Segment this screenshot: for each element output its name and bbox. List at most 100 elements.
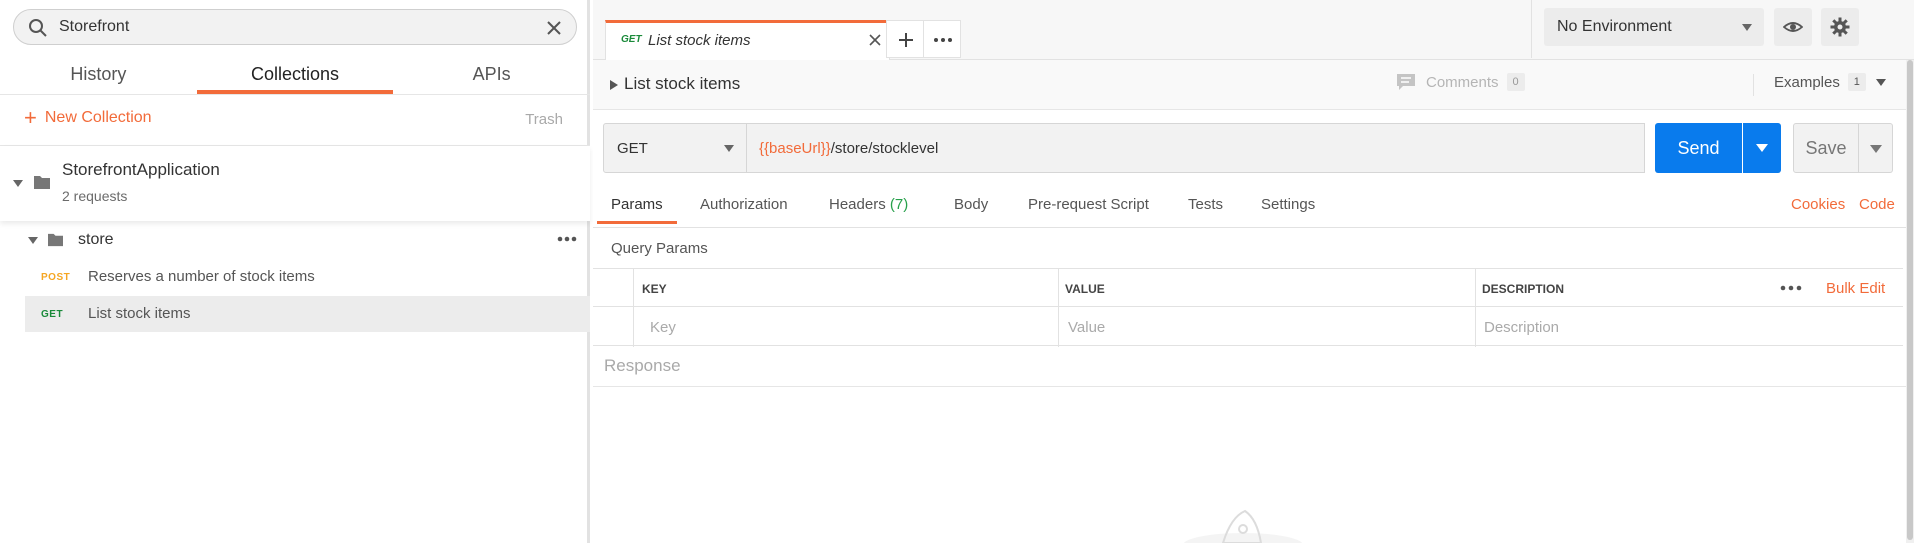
postman-app: Storefront History Collections APIs + Ne… xyxy=(0,0,1914,543)
query-params-title: Query Params xyxy=(611,240,708,257)
tab-authorization[interactable]: Authorization xyxy=(700,196,788,223)
description-input[interactable]: Description xyxy=(1484,319,1559,336)
folder-icon xyxy=(34,176,50,189)
column-divider xyxy=(1058,269,1059,347)
caret-down-icon[interactable] xyxy=(27,235,39,245)
tab-params[interactable]: Params xyxy=(597,196,677,224)
method-label: GET xyxy=(617,140,648,157)
comments-button[interactable]: Comments 0 xyxy=(1396,73,1525,91)
tab-bar: GET List stock items No Environment xyxy=(593,0,1914,60)
gear-icon xyxy=(1830,17,1850,37)
column-header-key: KEY xyxy=(642,282,667,296)
request-item[interactable]: GET List stock items xyxy=(25,296,590,332)
manage-environments-button[interactable] xyxy=(1821,8,1859,46)
bulk-edit-link[interactable]: Bulk Edit xyxy=(1826,280,1885,297)
method-badge: POST xyxy=(41,272,71,283)
new-collection-label: New Collection xyxy=(44,109,152,126)
tab-body[interactable]: Body xyxy=(954,196,988,223)
column-header-description: DESCRIPTION xyxy=(1482,282,1565,296)
sidebar: Storefront History Collections APIs + Ne… xyxy=(0,0,590,543)
new-collection-button[interactable]: + New Collection xyxy=(24,105,152,130)
column-header-value: VALUE xyxy=(1065,282,1105,296)
comment-icon xyxy=(1397,74,1415,90)
chevron-down-icon xyxy=(1875,78,1886,86)
tab-history[interactable]: History xyxy=(0,56,197,94)
column-divider xyxy=(1475,269,1476,347)
table-header-row xyxy=(593,269,1903,307)
tab-collections[interactable]: Collections xyxy=(196,56,394,94)
chevron-down-icon xyxy=(1742,24,1752,31)
request-label: Reserves a number of stock items xyxy=(88,268,315,285)
tab-tests[interactable]: Tests xyxy=(1188,196,1223,223)
chevron-down-icon xyxy=(724,145,734,152)
plus-icon: + xyxy=(24,105,37,130)
response-section: Response xyxy=(593,347,1914,387)
headers-count: (7) xyxy=(889,196,909,213)
collection-count: 2 requests xyxy=(62,188,128,204)
tab-headers-label: Headers xyxy=(829,196,886,213)
trash-link[interactable]: Trash xyxy=(525,111,563,128)
divider xyxy=(1753,74,1754,96)
examples-button[interactable]: Examples 1 xyxy=(1774,73,1886,91)
request-tab-title: List stock items xyxy=(648,32,751,49)
send-options-button[interactable] xyxy=(1743,123,1781,173)
response-title: Response xyxy=(604,356,681,375)
comments-label: Comments xyxy=(1426,73,1499,91)
more-icon[interactable] xyxy=(1779,278,1803,298)
save-button[interactable]: Save xyxy=(1793,123,1859,173)
code-link[interactable]: Code xyxy=(1859,196,1895,213)
tab-options-button[interactable] xyxy=(923,20,961,58)
scrollbar-thumb[interactable] xyxy=(1907,60,1913,540)
tab-apis[interactable]: APIs xyxy=(393,56,590,94)
request-tabs: Params Authorization Headers (7) Body Pr… xyxy=(593,188,1914,228)
request-title[interactable]: List stock items xyxy=(624,74,740,94)
key-input[interactable]: Key xyxy=(650,319,676,336)
environment-quick-look-button[interactable] xyxy=(1774,8,1812,46)
examples-count-badge: 1 xyxy=(1847,73,1866,91)
cookies-link[interactable]: Cookies xyxy=(1791,196,1845,213)
method-badge: GET xyxy=(621,34,642,45)
request-tab[interactable]: GET List stock items xyxy=(605,20,890,60)
environment-select[interactable]: No Environment xyxy=(1544,8,1764,46)
method-badge: GET xyxy=(41,309,64,320)
collection-name: StorefrontApplication xyxy=(62,160,220,179)
new-tab-button[interactable] xyxy=(886,20,924,58)
chevron-down-icon xyxy=(1756,144,1768,152)
request-item[interactable]: POST Reserves a number of stock items xyxy=(25,259,590,295)
method-select[interactable]: GET xyxy=(603,123,747,173)
examples-label: Examples xyxy=(1774,73,1840,91)
sidebar-tabs: History Collections APIs xyxy=(0,56,590,94)
search-icon xyxy=(29,19,47,37)
eye-icon xyxy=(1783,22,1803,32)
chevron-down-icon xyxy=(1870,145,1882,153)
close-icon[interactable] xyxy=(867,32,883,48)
collection-item[interactable]: StorefrontApplication 2 requests xyxy=(0,146,590,221)
request-header: List stock items Comments 0 Examples 1 xyxy=(593,60,1914,110)
tab-settings[interactable]: Settings xyxy=(1261,196,1315,223)
tab-pre-request-script[interactable]: Pre-request Script xyxy=(1028,196,1149,223)
more-icon xyxy=(934,38,952,42)
save-options-button[interactable] xyxy=(1859,123,1893,173)
search-input[interactable]: Storefront xyxy=(13,9,577,45)
plus-icon xyxy=(899,33,913,47)
close-icon[interactable] xyxy=(544,18,564,38)
send-button[interactable]: Send xyxy=(1655,123,1742,173)
caret-right-icon[interactable] xyxy=(610,80,618,90)
divider xyxy=(0,94,590,95)
column-divider xyxy=(633,269,634,347)
folder-item[interactable]: store xyxy=(0,225,590,255)
tab-headers[interactable]: Headers (7) xyxy=(829,196,908,223)
folder-name: store xyxy=(78,231,114,248)
environment-area: No Environment xyxy=(1531,0,1914,58)
url-variable: {{baseUrl}} xyxy=(759,140,831,157)
environment-label: No Environment xyxy=(1557,18,1672,35)
url-input[interactable]: {{baseUrl}}/store/stocklevel xyxy=(747,123,1645,173)
caret-down-icon[interactable] xyxy=(12,178,24,188)
value-input[interactable]: Value xyxy=(1068,319,1105,336)
url-path: /store/stocklevel xyxy=(830,140,939,157)
scrollbar[interactable] xyxy=(1906,60,1914,543)
search-value: Storefront xyxy=(59,18,130,35)
rocket-illustration xyxy=(1183,509,1303,543)
request-label: List stock items xyxy=(88,305,191,322)
more-icon[interactable] xyxy=(556,229,578,249)
